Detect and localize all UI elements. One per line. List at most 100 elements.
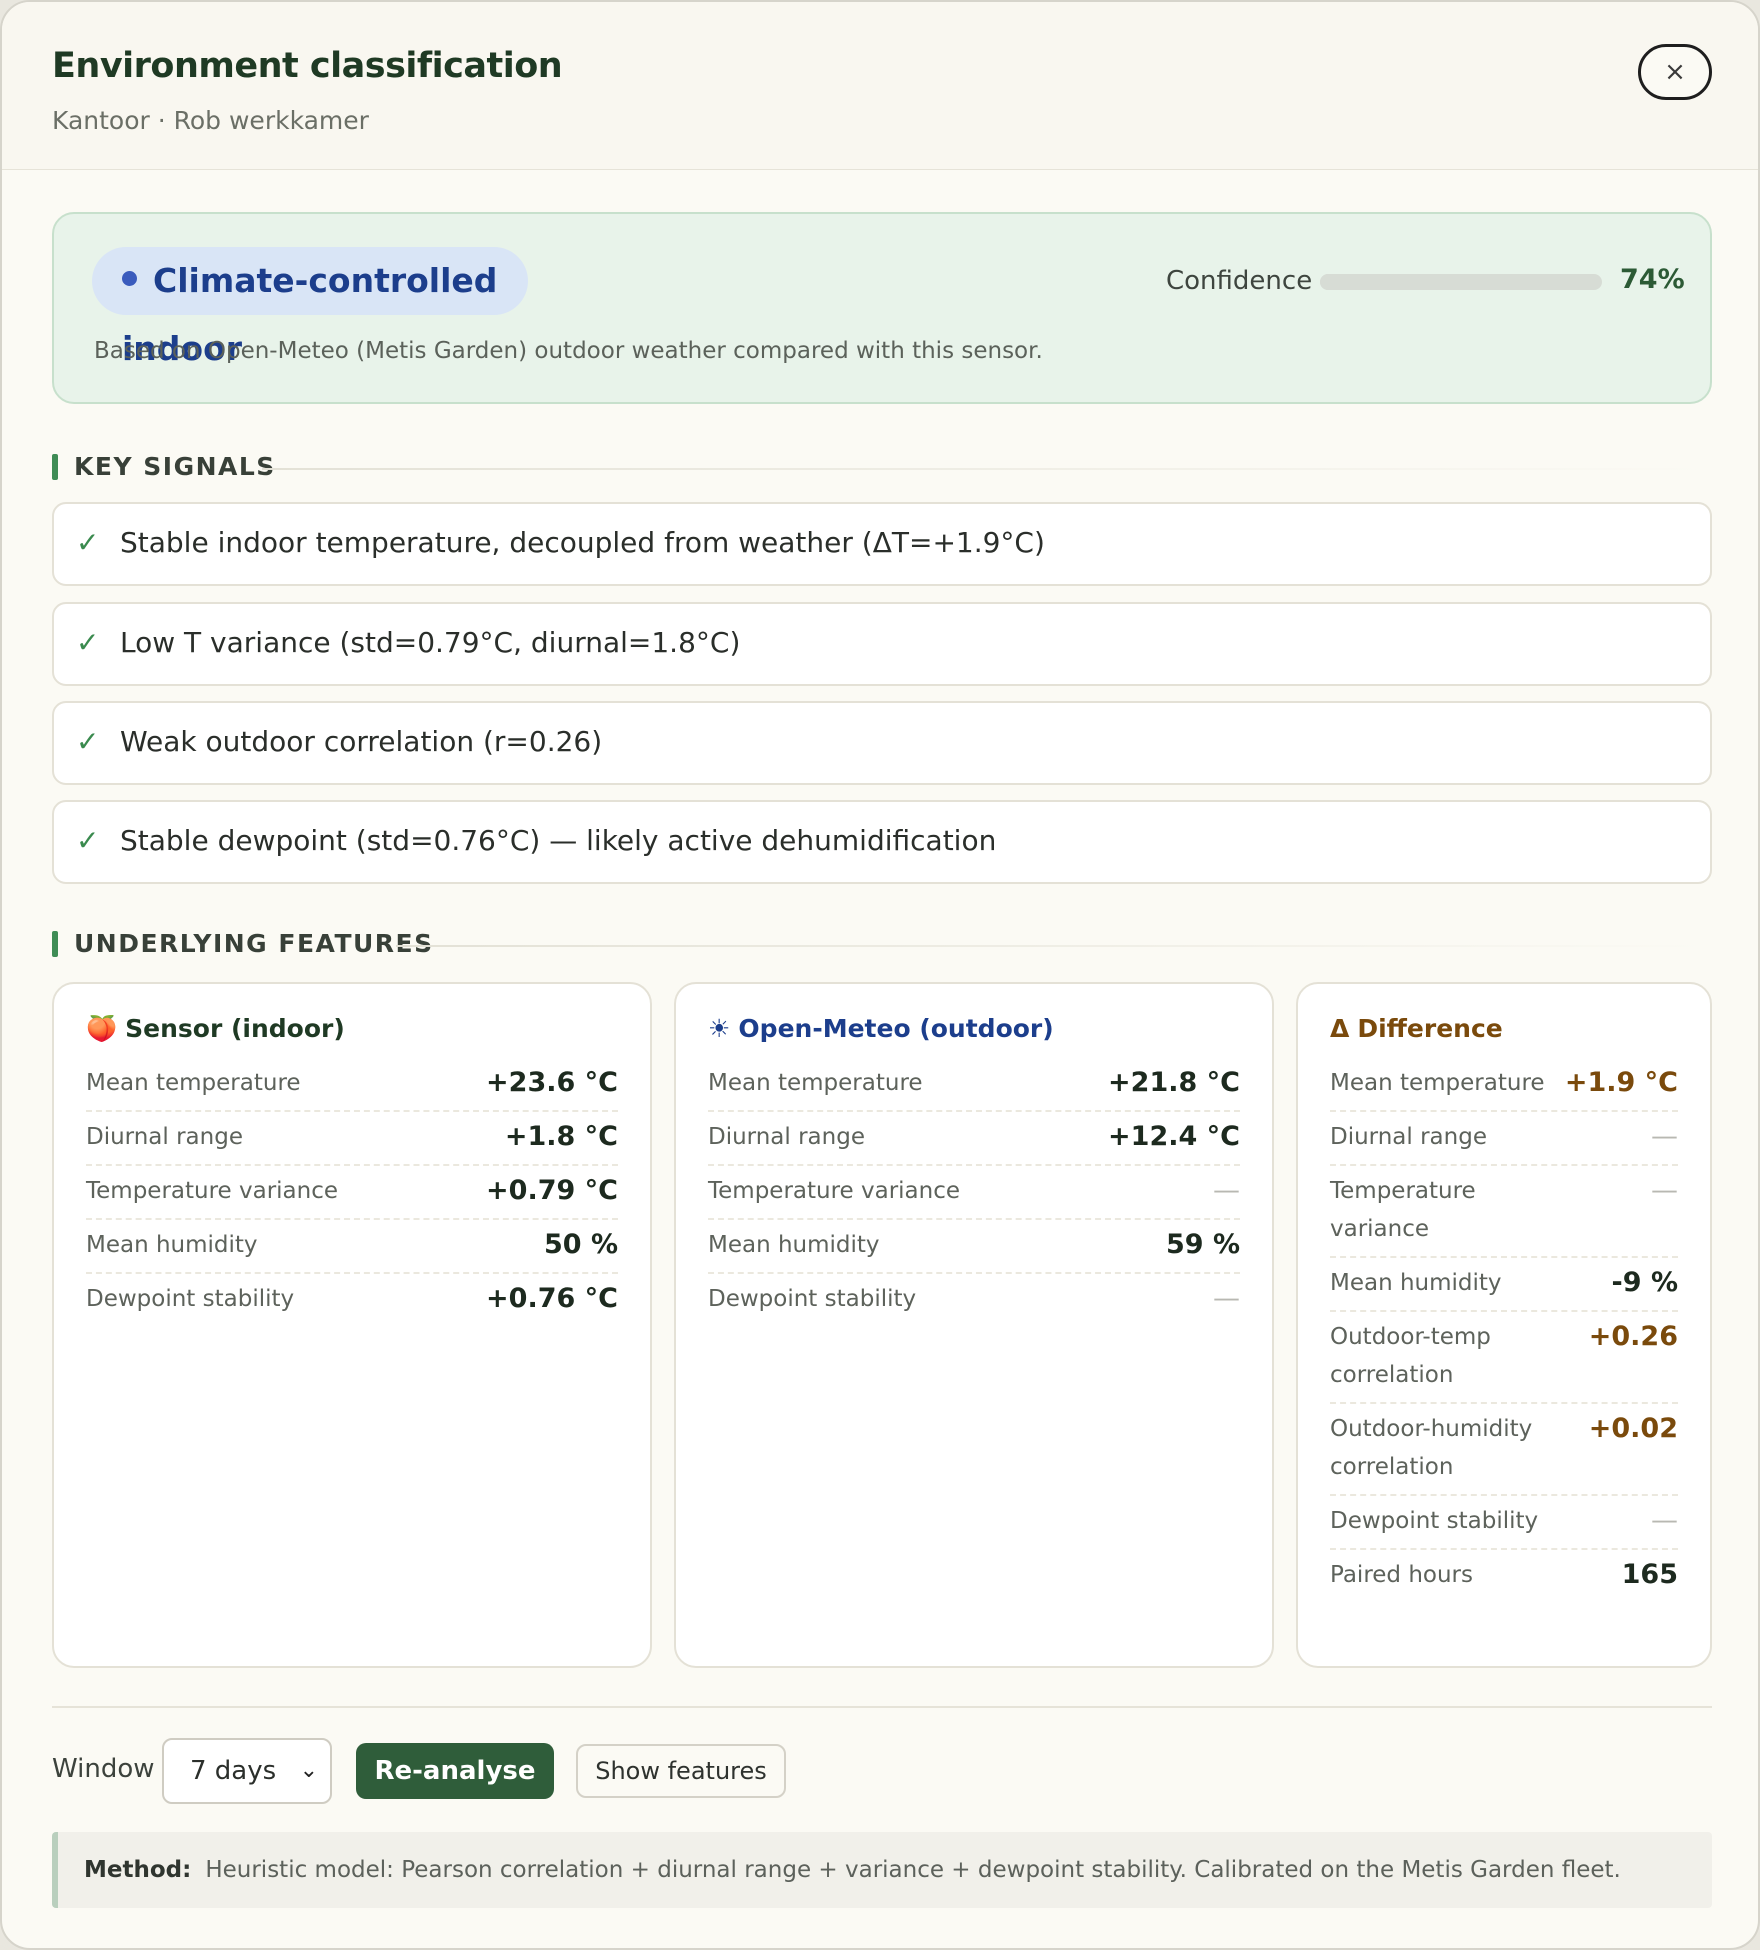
- chevron-down-icon: ⌄: [299, 1758, 318, 1783]
- signal-item: ✓ Weak outdoor correlation (r=0.26): [52, 701, 1712, 785]
- close-icon: ×: [1664, 57, 1686, 87]
- check-icon: ✓: [76, 824, 100, 857]
- feature-value: 50 %: [543, 1229, 618, 1260]
- feature-row: Temperature variance +0.79 °C: [86, 1166, 618, 1220]
- key-signals-title: KEY SIGNALS: [74, 452, 276, 481]
- section-divider: [262, 468, 1712, 470]
- outdoor-card-label: Open-Meteo (outdoor): [738, 1014, 1054, 1043]
- feature-value: +1.8 °C: [504, 1121, 618, 1152]
- feature-value: 165: [1621, 1559, 1678, 1590]
- feature-row: Dewpoint stability —: [708, 1274, 1240, 1326]
- dialog-header: Environment classification Kantoor · Rob…: [2, 2, 1758, 170]
- signal-text: Weak outdoor correlation (r=0.26): [120, 725, 603, 758]
- check-icon: ✓: [76, 626, 100, 659]
- feature-row: Diurnal range +1.8 °C: [86, 1112, 618, 1166]
- reanalyse-button[interactable]: Re-analyse: [356, 1743, 554, 1799]
- dialog-title: Environment classification: [52, 46, 563, 86]
- feature-row: Diurnal range —: [1330, 1112, 1678, 1166]
- difference-card-title: Δ Difference: [1330, 1014, 1503, 1043]
- outdoor-features-card: ☀ Open-Meteo (outdoor) Mean temperature +2…: [674, 982, 1274, 1668]
- method-label: Method:: [84, 1857, 192, 1883]
- signal-text: Stable dewpoint (std=0.76°C) — likely ac…: [120, 824, 997, 857]
- delta-icon: Δ: [1330, 1014, 1350, 1043]
- feature-label: Temperature variance: [1330, 1178, 1476, 1242]
- feature-label: Dewpoint stability: [1330, 1508, 1539, 1534]
- feature-row: Mean temperature +21.8 °C: [708, 1058, 1240, 1112]
- feature-value: —: [1651, 1175, 1678, 1206]
- difference-features-card: Δ Difference Mean temperature +1.9 °C Diur…: [1296, 982, 1712, 1668]
- status-dot-icon: [122, 271, 137, 286]
- sensor-features-card: 🍑 Sensor (indoor) Mean temperature +23.6 °…: [52, 982, 652, 1668]
- feature-row: Dewpoint stability +0.76 °C: [86, 1274, 618, 1326]
- feature-row: Diurnal range +12.4 °C: [708, 1112, 1240, 1166]
- window-label: Window: [52, 1754, 155, 1784]
- check-icon: ✓: [76, 725, 100, 758]
- feature-value: +0.79 °C: [486, 1175, 618, 1206]
- show-features-button[interactable]: Show features: [576, 1744, 786, 1798]
- feature-row: Outdoor-humidity correlation +0.02: [1330, 1404, 1678, 1496]
- feature-value: -9 %: [1611, 1267, 1678, 1298]
- feature-value: +0.02: [1588, 1413, 1678, 1444]
- feature-label: Mean humidity: [708, 1232, 880, 1258]
- feature-row: Mean temperature +1.9 °C: [1330, 1058, 1678, 1112]
- feature-row: Mean temperature +23.6 °C: [86, 1058, 618, 1112]
- outdoor-feature-rows: Mean temperature +21.8 °C Diurnal range +1…: [708, 1058, 1240, 1326]
- feature-row: Temperature variance —: [1330, 1166, 1678, 1258]
- method-note: Method: Heuristic model: Pearson correlat…: [52, 1832, 1712, 1908]
- feature-value: +0.76 °C: [486, 1283, 618, 1314]
- sun-icon: ☀: [708, 1014, 731, 1043]
- confidence-bar-fill: [1320, 274, 1529, 290]
- feature-row: Paired hours 165: [1330, 1550, 1678, 1602]
- confidence-label: Confidence: [1166, 266, 1313, 296]
- feature-label: Mean humidity: [86, 1232, 258, 1258]
- feature-value: +21.8 °C: [1108, 1067, 1240, 1098]
- classification-dialog: Environment classification Kantoor · Rob…: [0, 0, 1760, 1950]
- sensor-feature-rows: Mean temperature +23.6 °C Diurnal range +1…: [86, 1058, 618, 1326]
- difference-feature-rows: Mean temperature +1.9 °C Diurnal range — T…: [1330, 1058, 1678, 1602]
- signal-item: ✓ Stable dewpoint (std=0.76°C) — likely …: [52, 800, 1712, 884]
- feature-value: +0.26: [1588, 1321, 1678, 1352]
- feature-row: Mean humidity 50 %: [86, 1220, 618, 1274]
- sensor-card-title: 🍑 Sensor (indoor): [86, 1014, 345, 1044]
- feature-value: +12.4 °C: [1108, 1121, 1240, 1152]
- summary-note: Based on Open-Meteo (Metis Garden) outdo…: [94, 338, 1043, 364]
- feature-row: Outdoor-temp correlation +0.26: [1330, 1312, 1678, 1404]
- feature-value: +1.9 °C: [1564, 1067, 1678, 1098]
- feature-label: Dewpoint stability: [708, 1286, 917, 1312]
- feature-value: 59 %: [1165, 1229, 1240, 1260]
- feature-value: —: [1651, 1121, 1678, 1152]
- feature-label: Temperature variance: [708, 1178, 961, 1204]
- feature-row: Dewpoint stability —: [1330, 1496, 1678, 1550]
- confidence-value: 74%: [1620, 264, 1685, 295]
- features-title: UNDERLYING FEATURES: [74, 929, 434, 958]
- feature-value: +23.6 °C: [486, 1067, 618, 1098]
- classification-summary: Climate-controlled indoor Confidence 74%…: [52, 212, 1712, 404]
- signal-text: Low T variance (std=0.79°C, diurnal=1.8°…: [120, 626, 741, 659]
- signal-text: Stable indoor temperature, decoupled fro…: [120, 526, 1045, 559]
- peach-icon: 🍑: [86, 1014, 118, 1043]
- section-marker: [52, 931, 58, 957]
- features-heading: UNDERLYING FEATURES: [52, 929, 1712, 959]
- signal-item: ✓ Low T variance (std=0.79°C, diurnal=1.…: [52, 602, 1712, 686]
- feature-value: —: [1651, 1505, 1678, 1536]
- section-divider: [396, 945, 1712, 947]
- signal-item: ✓ Stable indoor temperature, decoupled f…: [52, 502, 1712, 586]
- feature-value: —: [1213, 1175, 1240, 1206]
- close-button[interactable]: ×: [1638, 44, 1712, 100]
- classification-badge: Climate-controlled indoor: [92, 247, 528, 368]
- feature-row: Mean humidity 59 %: [708, 1220, 1240, 1274]
- dialog-subtitle: Kantoor · Rob werkkamer: [52, 106, 369, 135]
- feature-row: Temperature variance —: [708, 1166, 1240, 1220]
- confidence-bar: [1320, 274, 1602, 290]
- footer-divider: [52, 1706, 1712, 1708]
- window-select-value: 7 days: [190, 1756, 277, 1786]
- difference-card-label: Difference: [1357, 1014, 1503, 1043]
- key-signals-heading: KEY SIGNALS: [52, 452, 1712, 482]
- window-select[interactable]: 7 days ⌄: [162, 1738, 332, 1804]
- outdoor-card-title: ☀ Open-Meteo (outdoor): [708, 1014, 1054, 1043]
- sensor-card-label: Sensor (indoor): [125, 1014, 345, 1043]
- check-icon: ✓: [76, 526, 100, 559]
- feature-row: Mean humidity -9 %: [1330, 1258, 1678, 1312]
- section-marker: [52, 454, 58, 480]
- feature-label: Diurnal range: [1330, 1124, 1487, 1150]
